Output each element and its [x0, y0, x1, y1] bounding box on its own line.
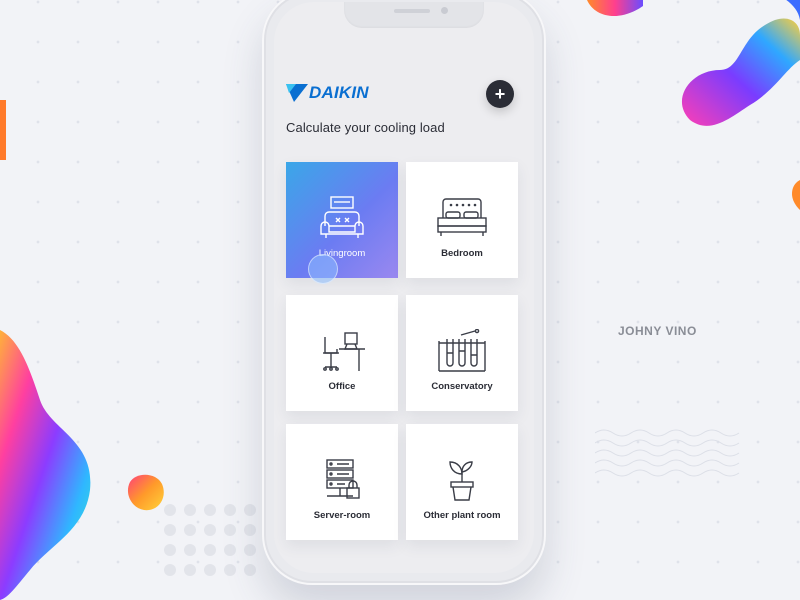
- daikin-logo-icon: [286, 84, 308, 102]
- gradient-blob-left-edge-top: [0, 100, 6, 160]
- page-title: Calculate your cooling load: [286, 120, 445, 135]
- touch-ripple: [308, 254, 338, 284]
- app-screen: DAIKIN + Calculate your cooling load Liv…: [274, 2, 534, 573]
- room-card-office[interactable]: Office: [286, 295, 398, 411]
- server-lock-icon: [326, 459, 360, 499]
- wave-lines-decoration: [595, 429, 740, 477]
- front-camera: [441, 7, 448, 14]
- gradient-blob-right-edge: [792, 180, 800, 210]
- room-card-livingroom[interactable]: Livingroom: [286, 162, 398, 284]
- bed-icon: [437, 198, 487, 236]
- brand-name: DAIKIN: [309, 83, 369, 102]
- brand-logo: DAIKIN: [286, 82, 369, 104]
- author-credit: JOHNY VINO: [618, 324, 697, 338]
- phone-notch: [344, 2, 484, 28]
- plus-icon: +: [494, 84, 506, 104]
- circle-pattern-decoration: [164, 504, 256, 576]
- phone-frame: DAIKIN + Calculate your cooling load Liv…: [262, 0, 546, 585]
- room-card-server-room[interactable]: Server-room: [286, 424, 398, 540]
- room-label: Other plant room: [423, 510, 501, 521]
- speaker-grille: [394, 9, 430, 13]
- gradient-blob-bottom-left: [0, 330, 91, 600]
- room-label: Livingroom: [318, 248, 366, 259]
- gradient-blob-top-right: [681, 0, 800, 126]
- potted-plant-icon: [449, 461, 474, 501]
- test-tubes-icon: [438, 329, 486, 372]
- room-card-conservatory[interactable]: Conservatory: [406, 295, 518, 411]
- room-card-bedroom[interactable]: Bedroom: [406, 162, 518, 278]
- room-label: Office: [328, 381, 356, 392]
- room-label: Server-room: [313, 510, 371, 521]
- desk-chair-icon: [323, 332, 365, 371]
- add-button[interactable]: +: [486, 80, 514, 108]
- room-label: Conservatory: [431, 381, 493, 392]
- room-label: Bedroom: [441, 248, 483, 259]
- sofa-icon: [320, 196, 364, 238]
- gradient-blob-top-center: [587, 0, 643, 17]
- room-card-other-plant-room[interactable]: Other plant room: [406, 424, 518, 540]
